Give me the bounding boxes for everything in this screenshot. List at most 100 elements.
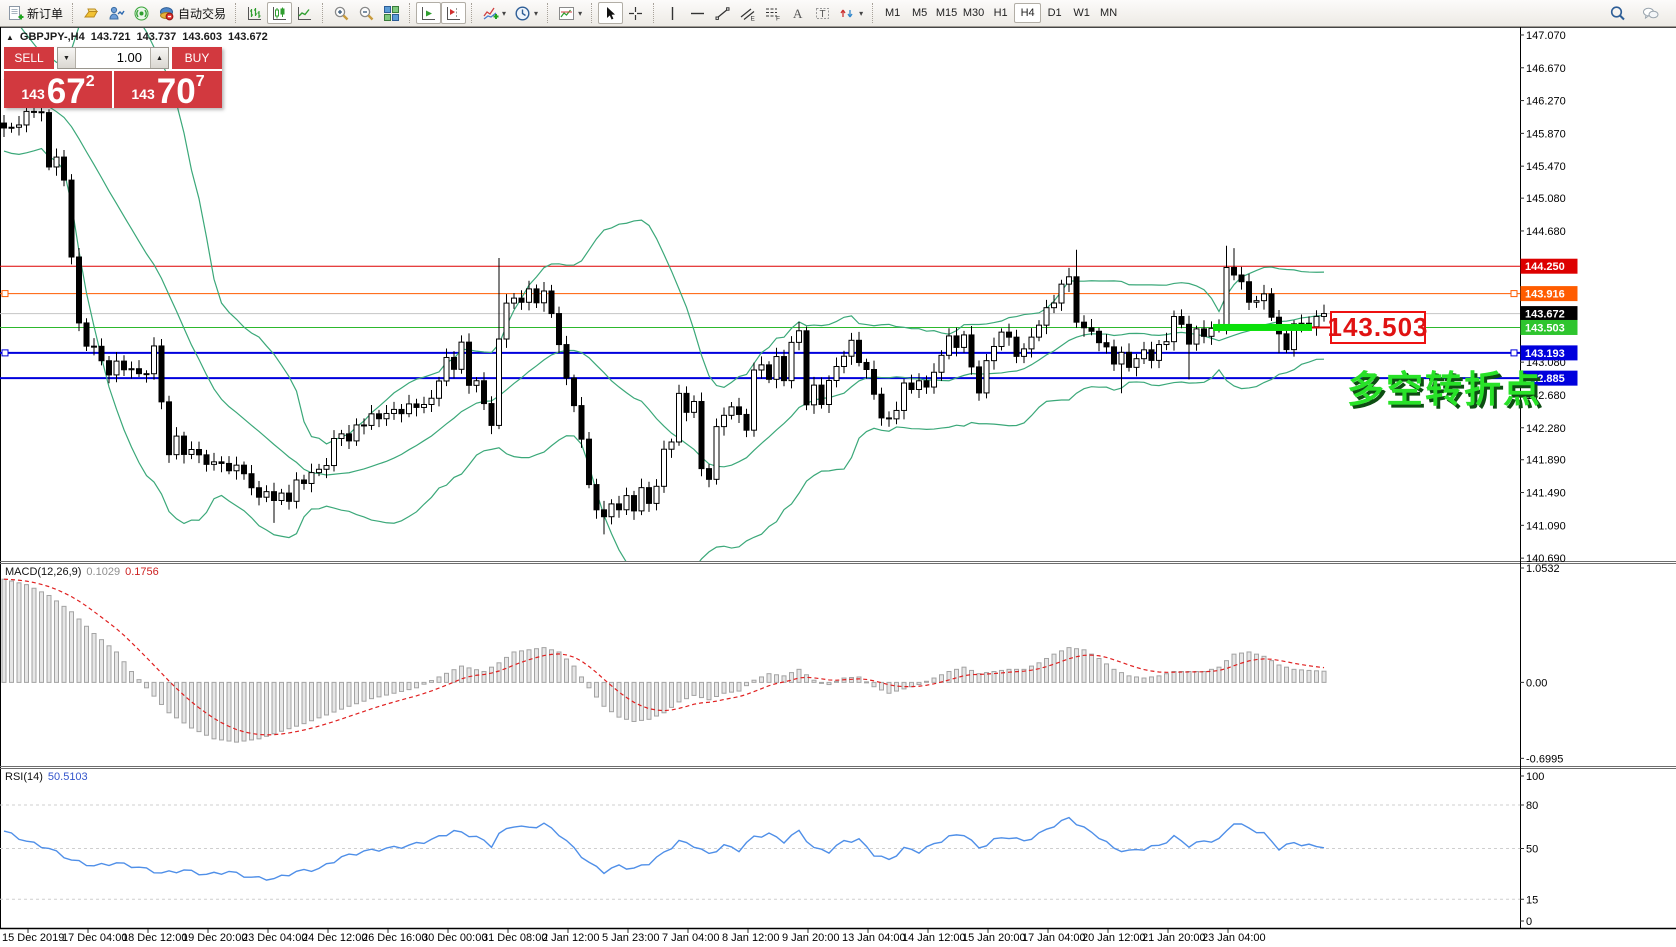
- text-icon: A: [789, 5, 806, 22]
- chevron-down-icon: ▾: [534, 9, 538, 18]
- text-tool-button[interactable]: A: [785, 2, 810, 24]
- arrows-icon: [839, 5, 856, 22]
- fibonacci-tool-button[interactable]: F: [760, 2, 785, 24]
- broadcast-icon: [133, 5, 150, 22]
- buy-price-figure: 143: [131, 86, 154, 102]
- auto-scroll-button[interactable]: [416, 2, 441, 24]
- time-axis-label: 18 Dec 12:00: [122, 932, 187, 944]
- line-chart-icon: [296, 5, 313, 22]
- macd-scale-tick: 0.00: [1526, 677, 1547, 689]
- equidistant-channel-icon: E: [739, 5, 756, 22]
- chat-button[interactable]: [1638, 2, 1663, 24]
- bar-chart-button[interactable]: [242, 2, 267, 24]
- svg-text:144.250: 144.250: [1525, 261, 1565, 273]
- time-axis-label: 20 Jan 12:00: [1082, 932, 1146, 944]
- horizontal-line-tool-button[interactable]: [685, 2, 710, 24]
- svg-text:F: F: [776, 15, 780, 22]
- time-axis-label: 24 Dec 12:00: [302, 932, 367, 944]
- chart-canvas[interactable]: 147.070146.670146.270145.870145.470145.0…: [0, 0, 1676, 947]
- open-value: 143.721: [91, 31, 131, 43]
- macd-signal-value: 0.1756: [125, 566, 159, 578]
- timeframe-button-h1[interactable]: H1: [987, 3, 1014, 23]
- trendline-icon: [714, 5, 731, 22]
- macd-indicator-label: MACD(12,26,9)0.10290.1756: [5, 566, 159, 578]
- time-axis-label: 2 Jan 12:00: [542, 932, 600, 944]
- arrows-tool-button[interactable]: ▾: [835, 2, 867, 24]
- time-axis-label: 17 Jan 04:00: [1022, 932, 1086, 944]
- price-callout-label[interactable]: 143.503: [1330, 311, 1426, 344]
- label-tool-button[interactable]: T: [810, 2, 835, 24]
- vertical-line-tool-button[interactable]: [660, 2, 685, 24]
- gold-tool-button[interactable]: [79, 2, 104, 24]
- volume-decrease-button[interactable]: ▼: [58, 48, 76, 68]
- macd-scale-tick: 1.0532: [1526, 563, 1560, 575]
- channel-tool-button[interactable]: E: [735, 2, 760, 24]
- cursor-icon: [602, 5, 619, 22]
- candlestick-chart-button[interactable]: [267, 2, 292, 24]
- line-handle[interactable]: [1511, 350, 1517, 356]
- sell-price-button[interactable]: 143 67 2: [4, 71, 112, 108]
- toolbar-right-group: [1605, 2, 1673, 24]
- rsi-indicator-label: RSI(14)50.5103: [5, 771, 88, 783]
- line-handle[interactable]: [1511, 291, 1517, 297]
- timeframe-button-m30[interactable]: M30: [960, 3, 987, 23]
- support-trend-segment[interactable]: [1213, 324, 1312, 331]
- buy-price-button[interactable]: 143 70 7: [114, 71, 222, 108]
- timeframe-button-m5[interactable]: M5: [906, 3, 933, 23]
- indicators-add-icon: [482, 5, 499, 22]
- autotrading-icon: [158, 5, 175, 22]
- rsi-scale-tick: 15: [1526, 894, 1538, 906]
- rsi-scale-tick: 50: [1526, 844, 1538, 856]
- fibonacci-icon: F: [764, 5, 781, 22]
- zoom-out-button[interactable]: [354, 2, 379, 24]
- tile-windows-button[interactable]: [379, 2, 404, 24]
- time-axis-label: 13 Jan 04:00: [842, 932, 906, 944]
- timeframe-button-m1[interactable]: M1: [879, 3, 906, 23]
- indicators-button[interactable]: ▾: [478, 2, 510, 24]
- symbol-period-label: GBPJPY-,H4: [20, 31, 85, 43]
- chat-icon: [1642, 5, 1659, 22]
- broadcast-button[interactable]: [129, 2, 154, 24]
- time-axis-label: 26 Dec 16:00: [362, 932, 427, 944]
- buy-price-pips: 70: [157, 77, 196, 106]
- time-axis-label: 31 Dec 08:00: [482, 932, 547, 944]
- chart-shift-button[interactable]: [441, 2, 466, 24]
- autotrading-button[interactable]: 自动交易: [154, 2, 230, 24]
- timeframe-button-mn[interactable]: MN: [1095, 3, 1122, 23]
- zoom-out-icon: [358, 5, 375, 22]
- market-watch-button[interactable]: [104, 2, 129, 24]
- search-button[interactable]: [1605, 2, 1630, 24]
- rsi-scale-tick: 0: [1526, 916, 1532, 928]
- ohlc-info-line: ▲ GBPJPY-,H4 143.721 143.737 143.603 143…: [6, 31, 268, 43]
- timeframe-button-d1[interactable]: D1: [1041, 3, 1068, 23]
- zoom-in-button[interactable]: [329, 2, 354, 24]
- trendline-tool-button[interactable]: [710, 2, 735, 24]
- price-axis-tick: 141.090: [1526, 520, 1566, 532]
- timeframe-button-w1[interactable]: W1: [1068, 3, 1095, 23]
- sell-button[interactable]: SELL: [4, 47, 54, 69]
- turning-point-annotation[interactable]: 多空转折点: [1347, 359, 1542, 413]
- time-axis-label: 14 Jan 12:00: [902, 932, 966, 944]
- sell-price-figure: 143: [21, 86, 44, 102]
- crosshair-tool-button[interactable]: [623, 2, 648, 24]
- cursor-tool-button[interactable]: [598, 2, 623, 24]
- collapse-panel-icon[interactable]: ▲: [6, 33, 14, 42]
- line-chart-button[interactable]: [292, 2, 317, 24]
- timeframe-button-m15[interactable]: M15: [933, 3, 960, 23]
- price-axis-tick: 145.080: [1526, 193, 1566, 205]
- close-value: 143.672: [228, 31, 268, 43]
- volume-input[interactable]: 1.00: [76, 48, 150, 68]
- chevron-down-icon: ▾: [859, 9, 863, 18]
- volume-increase-button[interactable]: ▲: [150, 48, 168, 68]
- one-click-trading-panel: SELL ▼ 1.00 ▲ BUY 143 67 2 143 70 7: [4, 47, 222, 108]
- new-order-button[interactable]: 新订单: [3, 2, 67, 24]
- chart-shift-icon: [445, 5, 462, 22]
- timeframe-button-h4[interactable]: H4: [1014, 3, 1041, 23]
- time-axis-label: 19 Dec 20:00: [182, 932, 247, 944]
- line-handle[interactable]: [2, 291, 8, 297]
- periods-button[interactable]: ▾: [510, 2, 542, 24]
- line-handle[interactable]: [2, 350, 8, 356]
- templates-button[interactable]: ▾: [554, 2, 586, 24]
- buy-button[interactable]: BUY: [172, 47, 222, 69]
- svg-text:E: E: [751, 15, 756, 22]
